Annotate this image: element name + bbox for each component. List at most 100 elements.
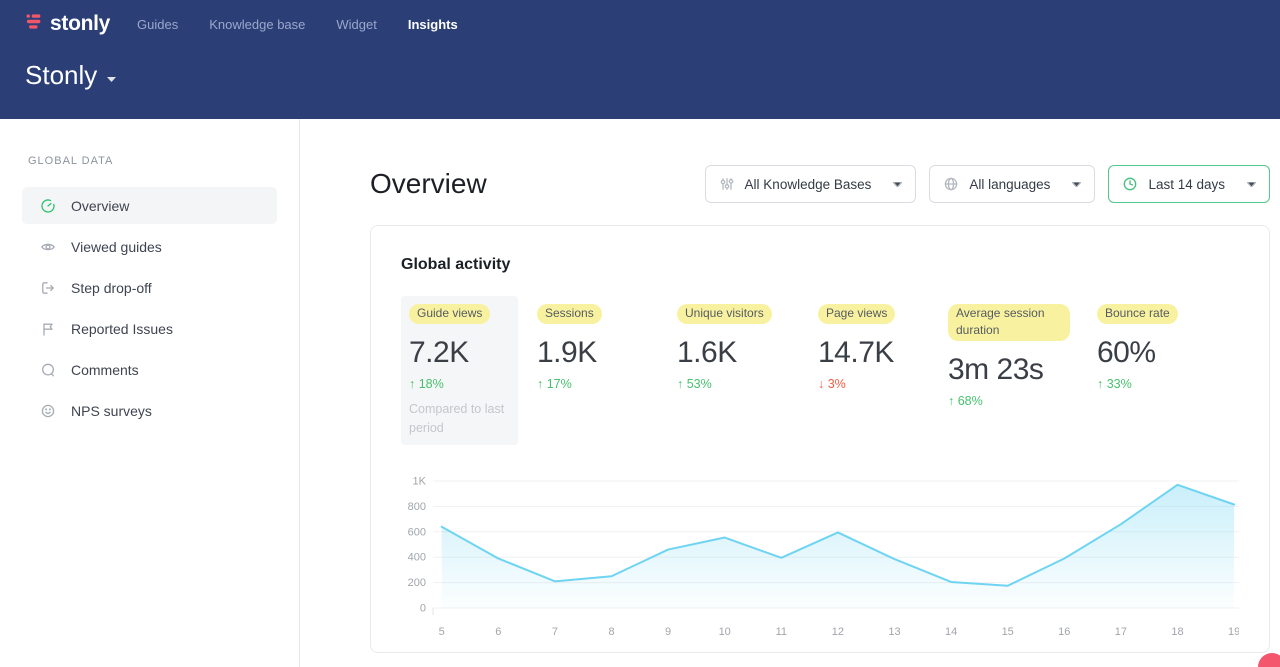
globe-icon xyxy=(943,176,959,192)
nav-item-insights[interactable]: Insights xyxy=(408,17,458,32)
metric-avg-session-duration[interactable]: Average session duration 3m 23s ↑ 68% xyxy=(948,304,1070,437)
metric-delta: ↑ 53% xyxy=(677,377,791,391)
logo-wordmark: stonly xyxy=(50,12,110,36)
metric-delta: ↑ 18% xyxy=(409,377,510,391)
sidebar-item-label: Overview xyxy=(71,198,129,214)
metric-value: 3m 23s xyxy=(948,353,1070,387)
sidebar-item-label: Reported Issues xyxy=(71,321,173,337)
arrow-up-icon: ↑ xyxy=(948,394,954,408)
arrow-up-icon: ↑ xyxy=(1097,377,1103,391)
metric-note: Compared to last period xyxy=(409,400,517,438)
step-out-icon xyxy=(40,280,56,296)
filters-bar: All Knowledge Bases All languages xyxy=(705,165,1270,203)
sidebar-item-viewed-guides[interactable]: Viewed guides xyxy=(22,228,277,265)
sliders-icon xyxy=(719,176,735,192)
gauge-icon xyxy=(40,198,56,214)
flag-icon xyxy=(40,321,56,337)
eye-icon xyxy=(40,239,56,255)
sidebar-item-label: Comments xyxy=(71,362,139,378)
knowledge-bases-dropdown-label: All Knowledge Bases xyxy=(745,177,872,192)
arrow-down-icon: ↓ xyxy=(818,377,824,391)
svg-text:7: 7 xyxy=(552,626,558,638)
svg-text:16: 16 xyxy=(1058,626,1070,638)
svg-text:10: 10 xyxy=(719,626,731,638)
metric-delta: ↑ 33% xyxy=(1097,377,1217,391)
stonly-logo-icon xyxy=(25,12,44,36)
svg-text:6: 6 xyxy=(495,626,501,638)
smiley-icon xyxy=(40,403,56,419)
sidebar-item-label: Step drop-off xyxy=(71,280,152,296)
svg-text:5: 5 xyxy=(439,626,445,638)
stonly-logo[interactable]: stonly xyxy=(25,12,110,36)
svg-text:18: 18 xyxy=(1171,626,1183,638)
arrow-up-icon: ↑ xyxy=(409,377,415,391)
metric-label: Unique visitors xyxy=(677,304,772,324)
metric-guide-views[interactable]: Guide views 7.2K ↑ 18% Compared to last … xyxy=(401,296,518,445)
metric-value: 14.7K xyxy=(818,336,921,370)
metric-value: 1.6K xyxy=(677,336,791,370)
metric-delta: ↑ 68% xyxy=(948,394,1070,408)
sidebar-item-comments[interactable]: Comments xyxy=(22,351,277,388)
sidebar-item-label: Viewed guides xyxy=(71,239,162,255)
top-nav-items: Guides Knowledge base Widget Insights xyxy=(137,17,458,32)
metric-delta: ↓ 3% xyxy=(818,377,921,391)
arrow-up-icon: ↑ xyxy=(677,377,683,391)
global-activity-card: Global activity Guide views 7.2K ↑ 18% C… xyxy=(370,225,1270,653)
svg-text:17: 17 xyxy=(1115,626,1127,638)
workspace-switcher[interactable]: Stonly xyxy=(0,60,1280,91)
metric-label: Bounce rate xyxy=(1097,304,1178,324)
svg-text:0: 0 xyxy=(420,603,426,615)
sidebar-item-nps-surveys[interactable]: NPS surveys xyxy=(22,392,277,429)
sidebar-section-title: GLOBAL DATA xyxy=(0,155,299,167)
chevron-down-icon xyxy=(1247,182,1256,187)
metric-unique-visitors[interactable]: Unique visitors 1.6K ↑ 53% xyxy=(677,304,791,437)
nav-item-guides[interactable]: Guides xyxy=(137,17,178,32)
date-range-dropdown-label: Last 14 days xyxy=(1148,177,1225,192)
metric-delta: ↑ 17% xyxy=(537,377,650,391)
svg-text:1K: 1K xyxy=(413,476,427,488)
workspace-name: Stonly xyxy=(25,60,97,91)
svg-text:11: 11 xyxy=(776,626,787,638)
svg-text:14: 14 xyxy=(945,626,957,638)
svg-text:13: 13 xyxy=(888,626,900,638)
arrow-up-icon: ↑ xyxy=(537,377,543,391)
languages-dropdown[interactable]: All languages xyxy=(929,165,1095,203)
svg-text:9: 9 xyxy=(665,626,671,638)
metric-value: 1.9K xyxy=(537,336,650,370)
metric-value: 60% xyxy=(1097,336,1217,370)
languages-dropdown-label: All languages xyxy=(969,177,1050,192)
metric-bounce-rate[interactable]: Bounce rate 60% ↑ 33% xyxy=(1097,304,1217,437)
svg-text:600: 600 xyxy=(408,527,426,539)
metric-label: Sessions xyxy=(537,304,602,324)
metric-label: Average session duration xyxy=(948,304,1070,341)
sidebar-item-step-drop-off[interactable]: Step drop-off xyxy=(22,269,277,306)
svg-text:12: 12 xyxy=(832,626,844,638)
knowledge-bases-dropdown[interactable]: All Knowledge Bases xyxy=(705,165,917,203)
metric-sessions[interactable]: Sessions 1.9K ↑ 17% xyxy=(537,304,650,437)
sidebar-item-overview[interactable]: Overview xyxy=(22,187,277,224)
comment-icon xyxy=(40,362,56,378)
sidebar-item-reported-issues[interactable]: Reported Issues xyxy=(22,310,277,347)
metric-label: Page views xyxy=(818,304,895,324)
nav-item-widget[interactable]: Widget xyxy=(336,17,376,32)
top-nav: stonly Guides Knowledge base Widget Insi… xyxy=(0,0,1280,38)
metric-label: Guide views xyxy=(409,304,490,324)
sidebar: GLOBAL DATA Overview Viewed guides xyxy=(0,119,300,667)
global-activity-chart: 02004006008001K5678910111213141516171819 xyxy=(401,471,1239,648)
nav-item-knowledge-base[interactable]: Knowledge base xyxy=(209,17,305,32)
main-content: Overview All Knowledge Bases xyxy=(300,119,1280,667)
top-header: stonly Guides Knowledge base Widget Insi… xyxy=(0,0,1280,119)
metric-value: 7.2K xyxy=(409,336,510,370)
svg-text:400: 400 xyxy=(408,552,426,564)
svg-text:19: 19 xyxy=(1228,626,1239,638)
metrics-row: Guide views 7.2K ↑ 18% Compared to last … xyxy=(401,304,1239,437)
svg-text:8: 8 xyxy=(608,626,614,638)
metric-page-views[interactable]: Page views 14.7K ↓ 3% xyxy=(818,304,921,437)
clock-icon xyxy=(1122,176,1138,192)
sidebar-item-label: NPS surveys xyxy=(71,403,152,419)
date-range-dropdown[interactable]: Last 14 days xyxy=(1108,165,1270,203)
card-title: Global activity xyxy=(401,256,1239,274)
svg-text:200: 200 xyxy=(408,577,426,589)
chevron-down-icon xyxy=(1072,182,1081,187)
page-title: Overview xyxy=(370,168,487,200)
